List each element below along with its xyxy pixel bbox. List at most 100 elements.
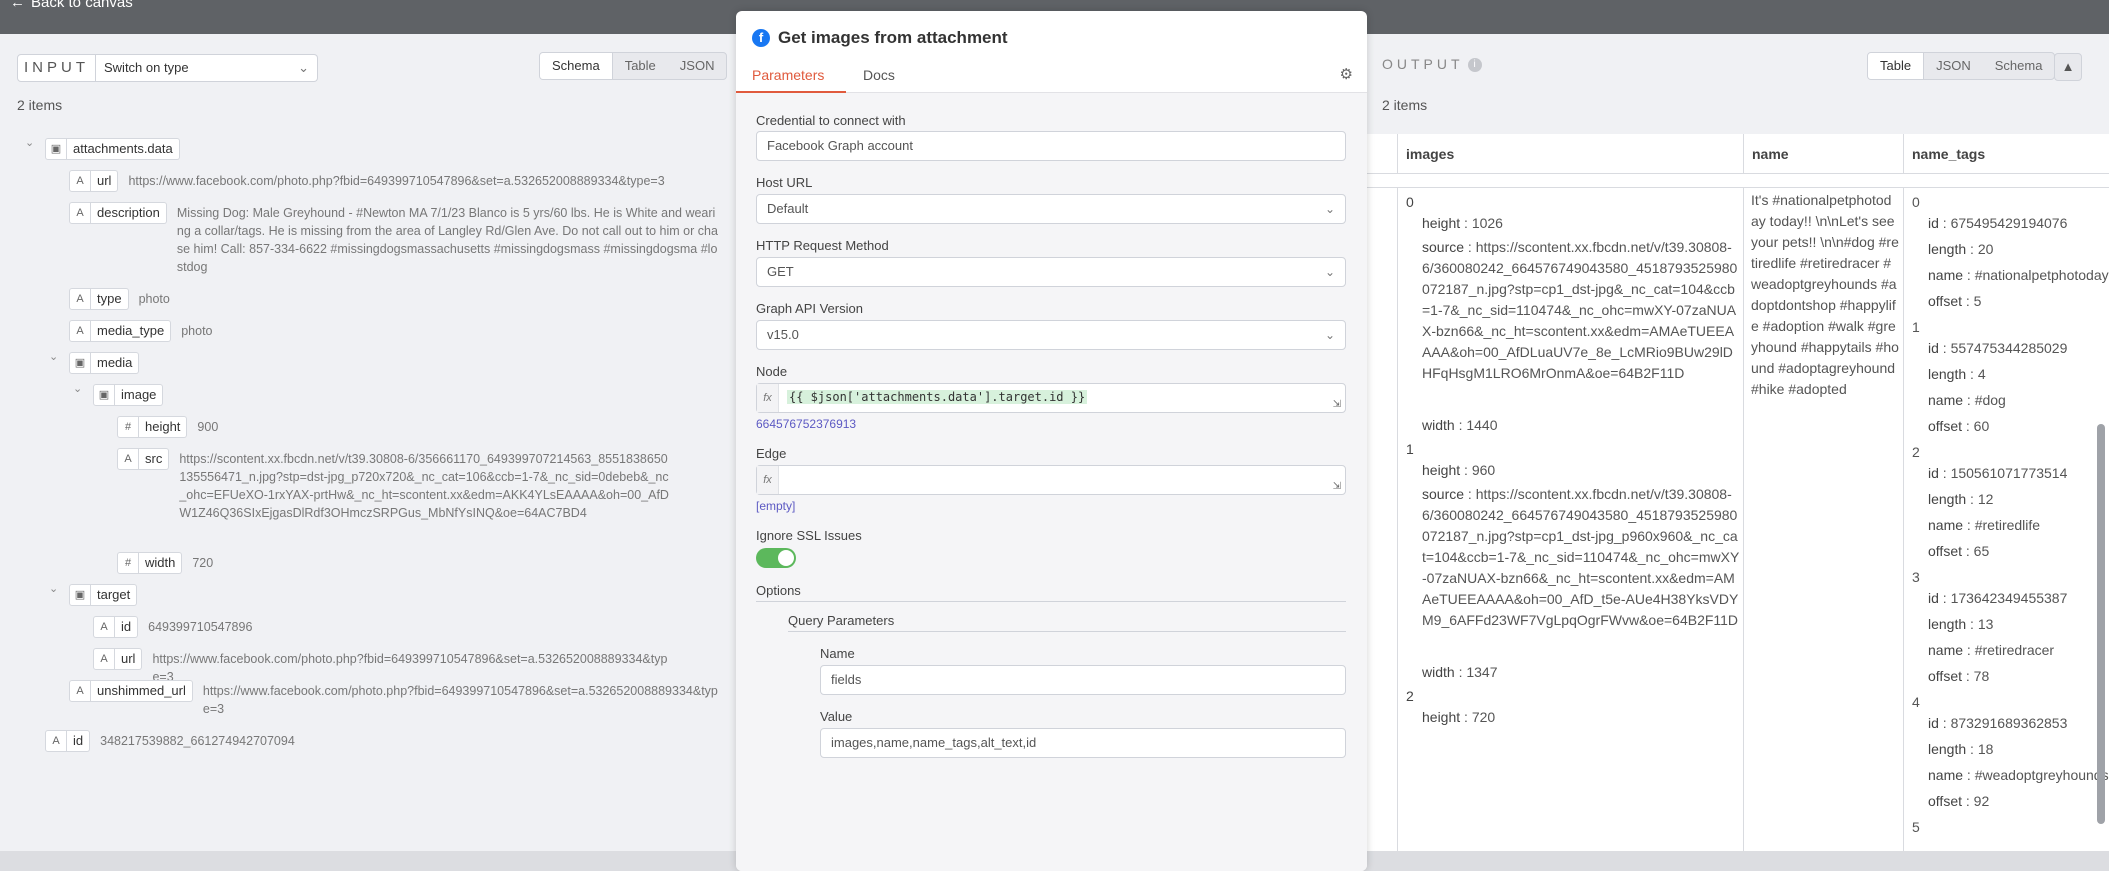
output-view-json[interactable]: JSON: [1924, 53, 1983, 79]
string-type-icon: A: [69, 170, 91, 192]
credential-select[interactable]: Facebook Graph account: [756, 131, 1346, 161]
schema-key[interactable]: width: [139, 552, 183, 574]
ignore-ssl-label: Ignore SSL Issues: [756, 528, 862, 543]
schema-key[interactable]: url: [115, 648, 143, 670]
key-separator: :: [1963, 392, 1975, 408]
edge-expression-input[interactable]: fx ⇲: [756, 465, 1346, 495]
key-separator: :: [1938, 215, 1951, 231]
schema-key[interactable]: target: [91, 584, 138, 606]
string-type-icon: A: [93, 616, 115, 638]
images-key: source: [1422, 486, 1465, 502]
graph-api-version-select[interactable]: v15.0 ⌄: [756, 320, 1346, 350]
host-url-select[interactable]: Default ⌄: [756, 194, 1346, 224]
name-tags-key: name: [1928, 767, 1964, 783]
schema-row: Aunshimmed_url https://www.facebook.com/p…: [69, 680, 720, 718]
images-value: 720: [1471, 709, 1496, 725]
name-tags-index: 4: [1912, 694, 1920, 710]
node-expression: {{ $json['attachments.data'].target.id }…: [787, 390, 1088, 404]
name-tags-key: offset: [1928, 543, 1962, 559]
key-separator: :: [1938, 465, 1951, 481]
schema-key[interactable]: id: [115, 616, 139, 638]
output-title: OUTPUT i: [1382, 56, 1482, 73]
chevron-down-icon[interactable]: ⌄: [49, 350, 58, 363]
schema-key[interactable]: description: [91, 202, 167, 224]
images-value: 1347: [1466, 664, 1498, 680]
query-name-input[interactable]: fields: [820, 665, 1346, 695]
output-view-schema[interactable]: Schema: [1983, 53, 2055, 79]
input-node-selector[interactable]: Switch on type ⌄: [96, 54, 318, 82]
input-view-table[interactable]: Table: [613, 53, 668, 79]
name-tags-value: 873291689362853: [1950, 715, 2068, 731]
http-method-select[interactable]: GET ⌄: [756, 257, 1346, 287]
expand-icon[interactable]: ⇲: [1333, 399, 1341, 410]
schema-value: 348217539882_661274942707094: [100, 734, 295, 748]
gear-icon[interactable]: ⚙: [1340, 65, 1353, 83]
schema-key[interactable]: attachments.data: [67, 138, 180, 160]
key-separator: :: [1938, 590, 1951, 606]
schema-key[interactable]: unshimmed_url: [91, 680, 193, 702]
output-scrollbar[interactable]: [2097, 134, 2105, 834]
node-field-label: Node: [756, 364, 788, 379]
schema-key[interactable]: url: [91, 170, 119, 192]
name-tags-key: length: [1928, 616, 1967, 632]
tab-docs[interactable]: Docs: [863, 67, 895, 83]
back-to-canvas-link[interactable]: ← Back to canvas: [10, 0, 133, 11]
pin-icon[interactable]: ▲: [2054, 53, 2082, 81]
images-cell-line: height : 960: [1422, 460, 1495, 481]
schema-key[interactable]: src: [139, 448, 170, 470]
name-tags-index: 0: [1912, 194, 1920, 210]
column-header-images[interactable]: images: [1398, 134, 1744, 174]
query-value-input[interactable]: images,name,name_tags,alt_text,id: [820, 728, 1346, 758]
name-tags-value: 173642349455387: [1950, 590, 2068, 606]
chevron-down-icon[interactable]: ⌄: [73, 382, 82, 395]
schema-key[interactable]: type: [91, 288, 129, 310]
name-tags-line: length : 12: [1928, 489, 1993, 510]
schema-key[interactable]: height: [139, 416, 188, 438]
column-header-name[interactable]: name: [1744, 134, 1904, 174]
chevron-down-icon[interactable]: ⌄: [49, 582, 58, 595]
schema-value: https://www.facebook.com/photo.php?fbid=…: [202, 684, 718, 716]
schema-key[interactable]: id: [67, 730, 91, 752]
name-tags-line: id : 557475344285029: [1928, 338, 2067, 359]
name-tags-key: length: [1928, 241, 1967, 257]
key-separator: :: [1460, 709, 1472, 725]
input-view-json[interactable]: JSON: [668, 53, 727, 79]
tab-parameters[interactable]: Parameters: [752, 67, 824, 83]
name-tags-line: id : 173642349455387: [1928, 588, 2067, 609]
name-tags-line: offset : 60: [1928, 416, 1989, 437]
output-scrollbar-thumb[interactable]: [2097, 424, 2105, 824]
node-title[interactable]: Get images from attachment: [778, 28, 1008, 48]
chevron-down-icon[interactable]: ⌄: [25, 136, 34, 149]
input-items-count: 2 items: [17, 97, 63, 113]
schema-key[interactable]: media: [91, 352, 140, 374]
chevron-down-icon: ⌄: [298, 60, 309, 75]
images-key: height: [1422, 709, 1461, 725]
images-key: height: [1422, 462, 1461, 478]
name-tags-line: id : 873291689362853: [1928, 713, 2067, 734]
string-type-icon: A: [69, 320, 91, 342]
name-tags-value: #retiredlife: [1974, 517, 2041, 533]
ignore-ssl-toggle[interactable]: [756, 548, 796, 568]
info-icon[interactable]: i: [1467, 58, 1482, 73]
schema-row: Atype photo: [69, 288, 720, 310]
output-view-table[interactable]: Table: [1868, 53, 1925, 79]
name-tags-line: length : 20: [1928, 239, 1993, 260]
name-tags-key: name: [1928, 642, 1964, 658]
images-cell-line: source : https://scontent.xx.fbcdn.net/v…: [1422, 237, 1740, 384]
input-view-schema[interactable]: Schema: [540, 53, 613, 79]
key-separator: :: [1464, 239, 1476, 255]
expand-icon[interactable]: ⇲: [1333, 481, 1341, 492]
schema-key[interactable]: media_type: [91, 320, 172, 342]
name-tags-index: 3: [1912, 569, 1920, 585]
output-panel: OUTPUT i Table JSON Schema ▲ 2 items imag…: [1366, 34, 2109, 851]
query-parameters-divider: [788, 631, 1346, 632]
name-tags-key: id: [1928, 215, 1939, 231]
arrow-left-icon: ←: [10, 0, 25, 11]
string-type-icon: A: [69, 202, 91, 224]
name-tags-value: 5: [1973, 293, 1982, 309]
name-tags-line: name : #dog: [1928, 390, 2006, 411]
schema-key[interactable]: image: [115, 384, 164, 406]
node-expression-input[interactable]: fx {{ $json['attachments.data'].target.i…: [756, 383, 1346, 413]
column-header-name-tags[interactable]: name_tags: [1904, 134, 2109, 174]
facebook-icon: f: [752, 29, 770, 47]
